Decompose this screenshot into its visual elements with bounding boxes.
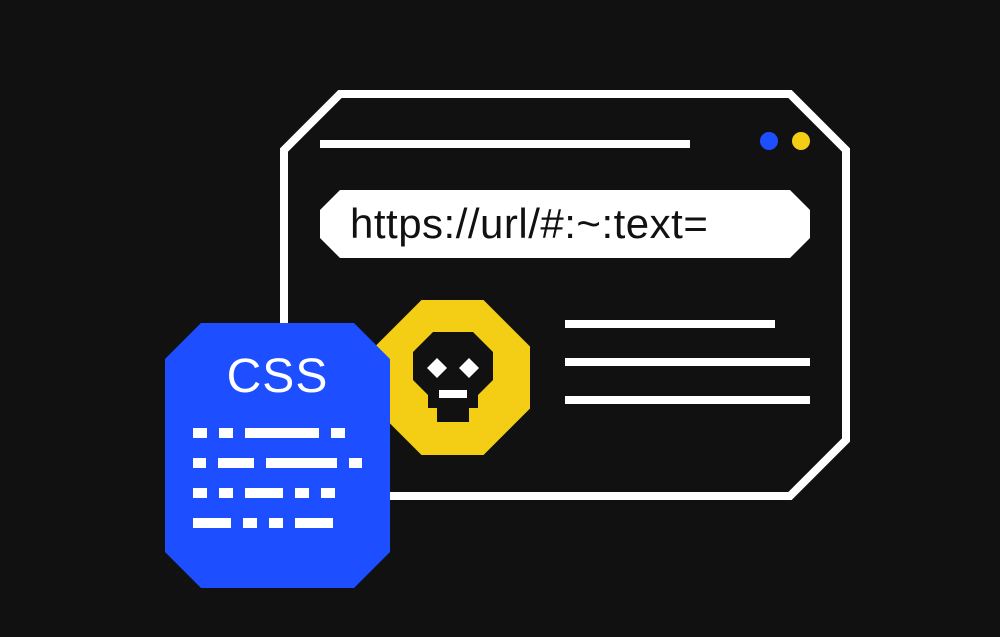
placeholder-line [565,396,810,404]
css-card: CSS [165,323,390,588]
code-row [193,518,362,528]
css-card-title: CSS [193,349,362,404]
url-bar: https://url/#:~:text= [320,190,810,258]
code-row [193,488,362,498]
css-code-lines [193,428,362,528]
browser-header-rule [320,140,690,148]
code-row [193,428,362,438]
code-row [193,458,362,468]
dot-yellow-icon [792,132,810,150]
skull-warning-badge [375,300,530,455]
content-placeholder-lines [565,320,810,404]
skull-icon [407,328,499,428]
dot-blue-icon [760,132,778,150]
url-text: https://url/#:~:text= [350,200,708,248]
window-control-dots [760,132,810,150]
illustration-stage: https://url/#:~:text= CSS [0,0,1000,637]
placeholder-line [565,320,775,328]
placeholder-line [565,358,810,366]
